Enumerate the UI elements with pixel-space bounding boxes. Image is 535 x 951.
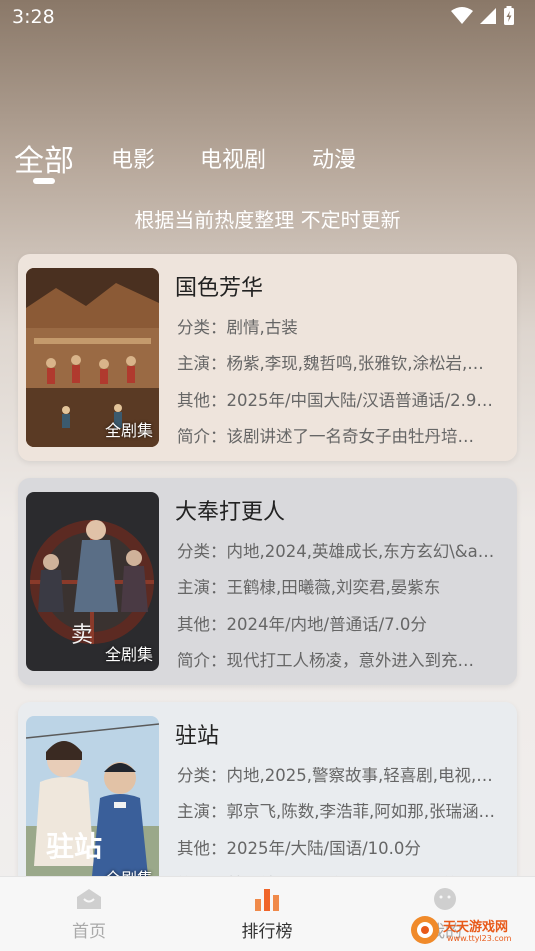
card-intro: 简介：该剧讲述了一名奇女子由牡丹培…	[177, 427, 474, 446]
ranking-icon	[255, 889, 279, 911]
watermark: 天天游戏网 www.ttyl23.com	[409, 914, 529, 948]
poster-image[interactable]: 驻站 全剧集	[26, 716, 159, 895]
watermark-text: 天天游戏网	[443, 920, 509, 935]
card-category: 分类：内地,2024,英雄成长,东方玄幻\&a…	[177, 542, 495, 561]
card-intro: 简介：现代打工人杨凌，意外进入到充…	[177, 651, 474, 670]
poster-image[interactable]: 卖 全剧集	[26, 492, 159, 671]
card-cast: 主演：王鹤棣,田曦薇,刘奕君,晏紫东	[177, 578, 441, 597]
card-category: 分类：内地,2025,警察故事,轻喜剧,电视,…	[177, 766, 493, 785]
card-other-info: 其他：2024年/内地/普通话/7.0分	[177, 615, 427, 634]
tab-movies[interactable]: 电影	[111, 142, 155, 174]
profile-icon	[434, 888, 456, 910]
signal-icon	[480, 8, 496, 24]
ranking-card[interactable]: 全剧集 国色芳华 分类：剧情,古装 主演：杨紫,李现,魏哲鸣,张雅钦,涂松岩,……	[18, 254, 517, 461]
poster-image[interactable]: 全剧集	[26, 268, 159, 447]
card-other-info: 其他：2025年/中国大陆/汉语普通话/2.9…	[177, 391, 493, 410]
card-other-info: 其他：2025年/大陆/国语/10.0分	[177, 839, 421, 858]
tab-tv-series[interactable]: 电视剧	[200, 142, 266, 174]
nav-ranking[interactable]: 排行榜	[207, 887, 327, 942]
svg-text:卖: 卖	[71, 623, 93, 648]
active-tab-indicator	[33, 178, 55, 184]
card-title[interactable]: 驻站	[175, 718, 219, 750]
card-title[interactable]: 国色芳华	[175, 270, 263, 302]
nav-home[interactable]: 首页	[29, 887, 149, 942]
card-cast: 主演：杨紫,李现,魏哲鸣,张雅钦,涂松岩,…	[177, 354, 484, 373]
svg-text:驻站: 驻站	[46, 830, 102, 863]
nav-home-label: 首页	[72, 922, 106, 942]
watermark-logo-icon	[411, 916, 439, 944]
poster-badge: 全剧集	[104, 421, 153, 440]
ranking-card[interactable]: 卖 全剧集 大奉打更人 分类：内地,2024,英雄成长,东方玄幻\&a… 主演：…	[18, 478, 517, 685]
tab-anime[interactable]: 动漫	[312, 142, 356, 174]
ranking-subtitle: 根据当前热度整理 不定时更新	[134, 208, 401, 232]
status-icons	[451, 6, 515, 26]
watermark-url: www.ttyl23.com	[447, 934, 512, 943]
status-bar: 3:28	[0, 0, 535, 36]
card-category: 分类：剧情,古装	[177, 318, 298, 337]
card-title[interactable]: 大奉打更人	[175, 494, 285, 526]
battery-icon	[504, 6, 514, 25]
tab-all[interactable]: 全部	[14, 136, 74, 180]
nav-ranking-label: 排行榜	[241, 922, 293, 942]
home-icon	[77, 889, 101, 909]
wifi-icon	[451, 7, 473, 24]
card-cast: 主演：郭京飞,陈数,李浩菲,阿如那,张瑞涵…	[177, 802, 495, 821]
poster-badge: 全剧集	[104, 645, 153, 664]
status-time: 3:28	[12, 6, 55, 28]
category-tabs: 全部 电影 电视剧 动漫	[0, 130, 535, 190]
